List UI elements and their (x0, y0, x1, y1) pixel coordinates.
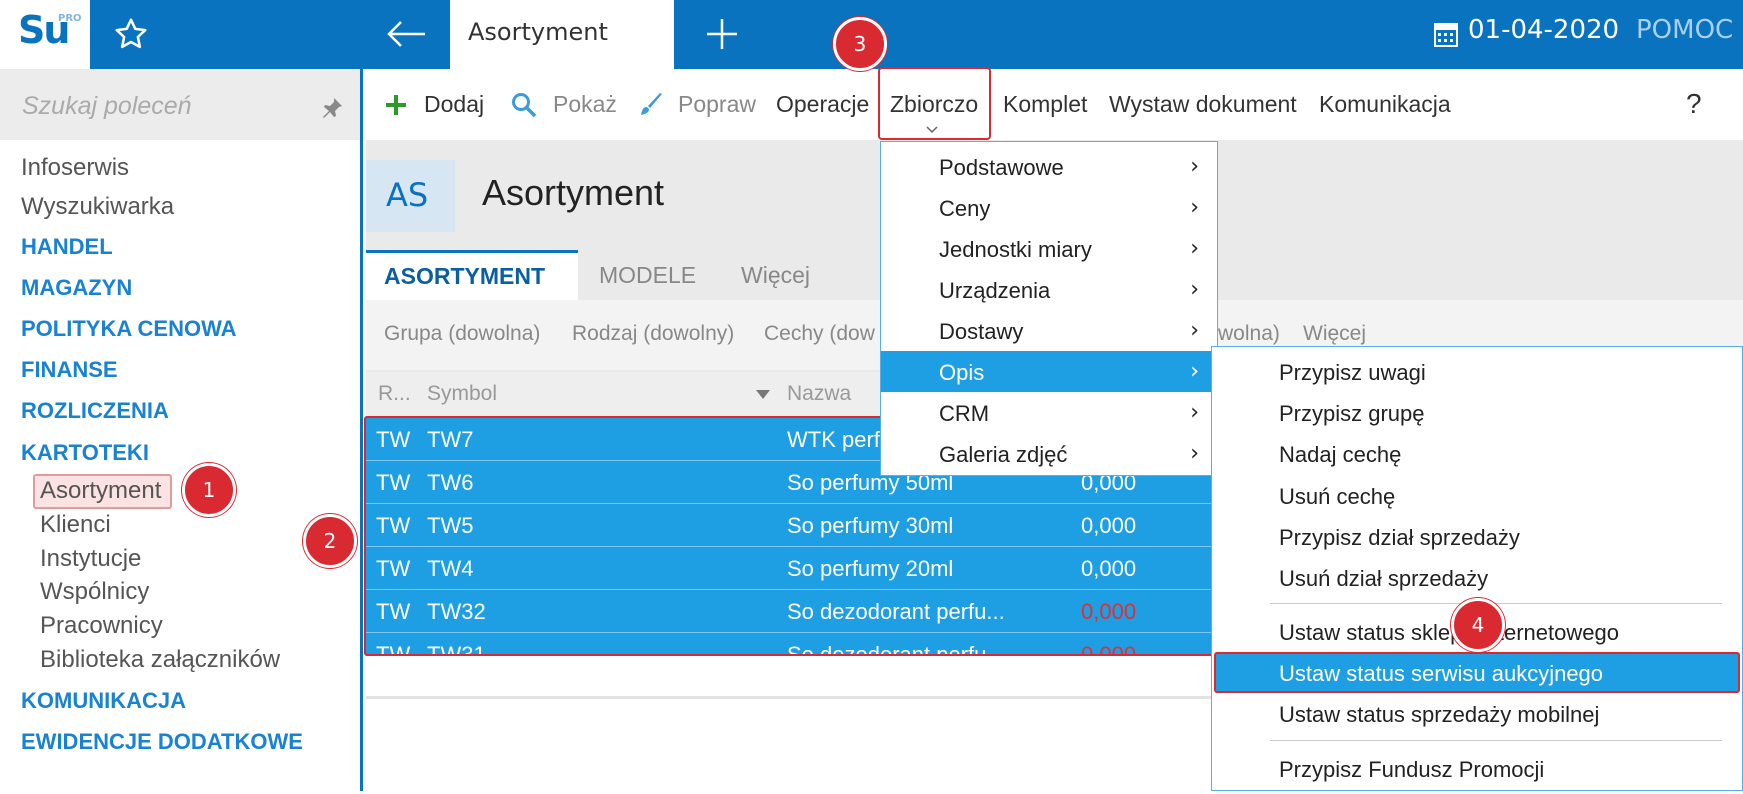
sidebar-section-finanse[interactable]: FINANSE (21, 357, 118, 383)
callout-2: 2 (303, 514, 357, 568)
edit-button[interactable]: Popraw (678, 91, 756, 118)
menu-item-label: Opis (939, 360, 985, 385)
menu-separator (1270, 603, 1722, 604)
submenu-item-nadaj-ceche[interactable]: Nadaj cechę (1279, 442, 1401, 468)
grid-footer (366, 696, 1214, 794)
sidebar-item-klienci[interactable]: Klienci (40, 511, 111, 539)
chevron-right-icon: › (1190, 277, 1199, 302)
submenu-item-usun-dzial[interactable]: Usuń dział sprzedaży (1279, 566, 1488, 592)
chevron-right-icon: › (1190, 154, 1199, 179)
sidebar-section-polityka-cenowa[interactable]: POLITYKA CENOWA (21, 316, 237, 342)
submenu-item-status-mobilny[interactable]: Ustaw status sprzedaży mobilnej (1279, 702, 1599, 728)
menu-item-label: Dostawy (939, 319, 1024, 344)
submenu-item-status-aukcyjny[interactable]: Ustaw status serwisu aukcyjnego (1279, 661, 1603, 687)
current-date[interactable]: 01-04-2020 (1468, 15, 1619, 45)
sidebar-item-biblioteka[interactable]: Biblioteka załączników (40, 646, 280, 674)
column-header-name[interactable]: Nazwa (787, 382, 851, 406)
sidebar-section-komunikacja[interactable]: KOMUNIKACJA (21, 688, 186, 714)
plus-icon (386, 95, 406, 115)
callout-3: 3 (833, 17, 887, 71)
operations-button[interactable]: Operacje (776, 91, 869, 118)
brush-icon (641, 93, 662, 115)
filter-features[interactable]: Cechy (dow (764, 322, 875, 346)
add-button[interactable]: Dodaj (424, 91, 484, 118)
menu-item-label: Podstawowe (939, 155, 1064, 180)
logo-edition: PRO (58, 13, 82, 24)
submenu-item-przypisz-grupe[interactable]: Przypisz grupę (1279, 401, 1425, 427)
menu-item-label: Ceny (939, 196, 991, 221)
pin-icon[interactable] (320, 96, 344, 120)
sidebar-section-handel[interactable]: HANDEL (21, 234, 113, 260)
callout-1: 1 (182, 463, 236, 517)
menu-item-label: CRM (939, 401, 990, 426)
module-badge: AS (366, 160, 455, 232)
filter-group[interactable]: Grupa (dowolna) (384, 322, 540, 346)
menu-item-opis[interactable]: Opis › (881, 351, 1217, 392)
bulk-menu: Podstawowe › Ceny › Jednostki miary › Urząd… (880, 141, 1218, 476)
submenu-item-usun-ceche[interactable]: Usuń cechę (1279, 484, 1395, 510)
menu-item-label: Jednostki miary (939, 237, 1092, 262)
tab-asortyment[interactable]: Asortyment (450, 0, 674, 69)
calendar-icon[interactable] (1434, 21, 1458, 47)
help-button[interactable]: ? (1686, 88, 1702, 120)
sidebar-item-pracownicy[interactable]: Pracownicy (40, 612, 163, 640)
communication-button[interactable]: Komunikacja (1319, 91, 1451, 118)
callout-4: 4 (1451, 598, 1505, 652)
new-tab-icon[interactable] (704, 16, 740, 52)
menu-item-podstawowe[interactable]: Podstawowe › (881, 146, 1217, 187)
tab-label: Asortyment (468, 18, 608, 46)
submenu-item-status-sklepu[interactable]: Ustaw status sklepu internetowego (1279, 620, 1619, 646)
chevron-right-icon: › (1190, 195, 1199, 220)
search-input[interactable]: Szukaj poleceń (22, 92, 192, 121)
tab-asortyment-list[interactable]: ASORTYMENT (366, 250, 578, 300)
set-button[interactable]: Komplet (1003, 91, 1087, 118)
submenu-item-fundusz-promocji[interactable]: Przypisz Fundusz Promocji (1279, 757, 1544, 783)
page-title: Asortyment (482, 172, 665, 213)
badge-text: AS (386, 176, 429, 214)
menu-separator (1270, 740, 1722, 741)
menu-item-jednostki[interactable]: Jednostki miary › (881, 228, 1217, 269)
grid-empty-row (366, 656, 1214, 696)
back-arrow-icon[interactable] (385, 18, 427, 50)
tab-modele[interactable]: MODELE (599, 262, 696, 289)
menu-item-galeria[interactable]: Galeria zdjęć › (881, 433, 1217, 474)
menu-item-label: Urządzenia (939, 278, 1051, 303)
filter-more[interactable]: Więcej (1303, 322, 1366, 346)
submenu-item-przypisz-uwagi[interactable]: Przypisz uwagi (1279, 360, 1426, 386)
sidebar-item-wyszukiwarka[interactable]: Wyszukiwarka (21, 193, 174, 221)
chevron-right-icon: › (1190, 236, 1199, 261)
sort-desc-icon[interactable] (756, 390, 770, 399)
sidebar-section-ewidencje[interactable]: EWIDENCJE DODATKOWE (21, 729, 303, 755)
sidebar-section-rozliczenia[interactable]: ROZLICZENIA (21, 398, 169, 424)
column-header-symbol[interactable]: Symbol (427, 382, 497, 406)
tab-wiecej[interactable]: Więcej (741, 262, 810, 289)
star-icon[interactable] (113, 16, 149, 52)
sidebar-item-asortyment[interactable]: Asortyment (40, 477, 161, 505)
sidebar-section-magazyn[interactable]: MAGAZYN (21, 275, 132, 301)
filter-kind[interactable]: Rodzaj (dowolny) (572, 322, 734, 346)
sidebar-item-wspolnicy[interactable]: Wspólnicy (40, 578, 149, 606)
chevron-right-icon: › (1190, 359, 1199, 384)
menu-item-urzadzenia[interactable]: Urządzenia › (881, 269, 1217, 310)
tab-label: ASORTYMENT (384, 263, 545, 289)
sidebar-item-infoserwis[interactable]: Infoserwis (21, 154, 129, 182)
show-button[interactable]: Pokaż (553, 91, 617, 118)
sidebar-section-kartoteki[interactable]: KARTOTEKI (21, 440, 149, 466)
issue-document-button[interactable]: Wystaw dokument (1109, 91, 1297, 118)
chevron-right-icon: › (1190, 318, 1199, 343)
chevron-right-icon: › (1190, 400, 1199, 425)
bulk-button[interactable]: Zbiorczo (890, 91, 978, 118)
column-header-type[interactable]: R... (378, 382, 411, 406)
search-icon (512, 93, 537, 118)
menu-item-ceny[interactable]: Ceny › (881, 187, 1217, 228)
menu-item-dostawy[interactable]: Dostawy › (881, 310, 1217, 351)
menu-item-crm[interactable]: CRM › (881, 392, 1217, 433)
help-link[interactable]: POMOC (1636, 15, 1733, 45)
submenu-item-przypisz-dzial[interactable]: Przypisz dział sprzedaży (1279, 525, 1520, 551)
filter-other[interactable]: wolna) (1218, 322, 1280, 346)
sidebar-item-instytucje[interactable]: Instytucje (40, 545, 141, 573)
chevron-right-icon: › (1190, 441, 1199, 466)
menu-item-label: Galeria zdjęć (939, 442, 1068, 467)
chevron-down-icon (926, 126, 938, 134)
